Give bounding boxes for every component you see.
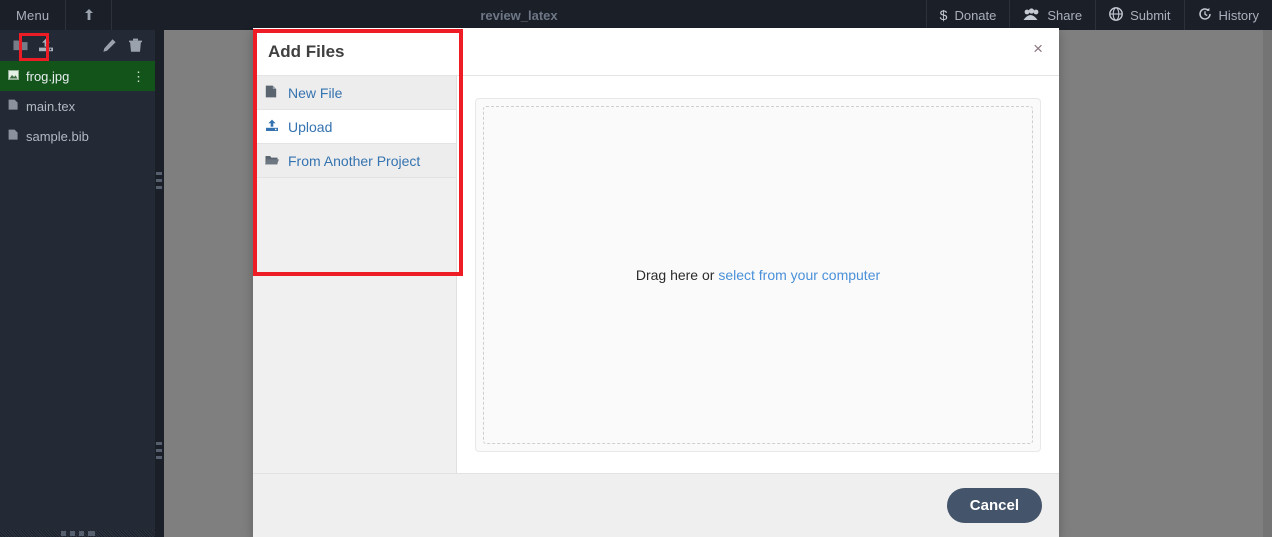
modal-footer: Cancel [253, 473, 1059, 537]
donate-button[interactable]: $ Donate [926, 0, 1010, 30]
nav-right-group: $ Donate Share [926, 0, 1272, 30]
sidebar-splitter[interactable] [155, 30, 164, 537]
history-label: History [1219, 8, 1259, 23]
open-folder-icon [265, 154, 280, 168]
submit-button[interactable]: Submit [1095, 0, 1183, 30]
upload-button-highlight [19, 33, 49, 61]
submit-label: Submit [1130, 8, 1170, 23]
modal-title: Add Files [253, 42, 345, 62]
modal-body: New File Upload [253, 76, 1059, 473]
dropzone-prompt: Drag here or [636, 267, 718, 283]
close-icon[interactable]: × [1033, 40, 1043, 57]
menu-item-upload[interactable]: Upload [253, 110, 456, 144]
people-icon [1023, 8, 1040, 23]
modal-source-menu: New File Upload [253, 76, 457, 473]
project-title: review_latex [112, 0, 925, 30]
cancel-button[interactable]: Cancel [947, 488, 1042, 523]
editor-scrollbar[interactable] [1263, 30, 1272, 537]
file-name: sample.bib [26, 129, 89, 144]
app-root: Menu review_latex $ Donate [0, 0, 1272, 537]
history-icon [1198, 7, 1212, 23]
select-from-computer-link[interactable]: select from your computer [718, 267, 880, 283]
file-dropzone-inner[interactable]: Drag here or select from your computer [483, 106, 1033, 444]
menu-item-new-file[interactable]: New File [253, 76, 456, 110]
file-list: frog.jpg ⋮ main.tex sample.bib [0, 61, 155, 151]
top-navigation-bar: Menu review_latex $ Donate [0, 0, 1272, 30]
add-files-modal: Add Files × New File [253, 28, 1059, 537]
menu-item-label: Upload [288, 119, 332, 135]
file-item-sample-bib[interactable]: sample.bib [0, 121, 155, 151]
file-item-frog-jpg[interactable]: frog.jpg ⋮ [0, 61, 155, 91]
dropzone-text: Drag here or select from your computer [636, 267, 880, 283]
globe-icon [1109, 7, 1123, 23]
menu-button-label: Menu [16, 8, 49, 23]
file-menu-icon[interactable]: ⋮ [132, 70, 145, 83]
file-tree-sidebar: frog.jpg ⋮ main.tex sample.bib [0, 30, 155, 537]
file-toolbar [0, 30, 155, 60]
share-label: Share [1047, 8, 1082, 23]
image-file-icon [8, 70, 21, 83]
upload-arrow-icon[interactable] [66, 0, 112, 30]
nav-left-group: Menu [0, 0, 112, 30]
modal-header: Add Files × [253, 28, 1059, 76]
new-file-icon [265, 85, 280, 100]
file-dropzone[interactable]: Drag here or select from your computer [475, 98, 1041, 452]
donate-label: Donate [954, 8, 996, 23]
splitter-grip-top[interactable] [156, 172, 162, 194]
menu-item-label: New File [288, 85, 342, 101]
file-name: main.tex [26, 99, 75, 114]
dollar-icon: $ [940, 8, 948, 22]
bib-file-icon [8, 129, 21, 143]
rename-file-icon[interactable] [98, 34, 120, 56]
delete-file-icon[interactable] [124, 34, 146, 56]
tex-file-icon [8, 99, 21, 113]
share-button[interactable]: Share [1009, 0, 1095, 30]
modal-main-panel: Drag here or select from your computer [457, 76, 1059, 473]
history-button[interactable]: History [1184, 0, 1272, 30]
menu-item-label: From Another Project [288, 153, 420, 169]
menu-item-from-another-project[interactable]: From Another Project [253, 144, 456, 178]
splitter-grip-bottom[interactable] [156, 442, 162, 464]
upload-icon [265, 119, 280, 134]
menu-button[interactable]: Menu [0, 0, 66, 30]
file-name: frog.jpg [26, 69, 69, 84]
file-item-main-tex[interactable]: main.tex [0, 91, 155, 121]
sidebar-resize-handle-bottom[interactable] [0, 530, 155, 537]
